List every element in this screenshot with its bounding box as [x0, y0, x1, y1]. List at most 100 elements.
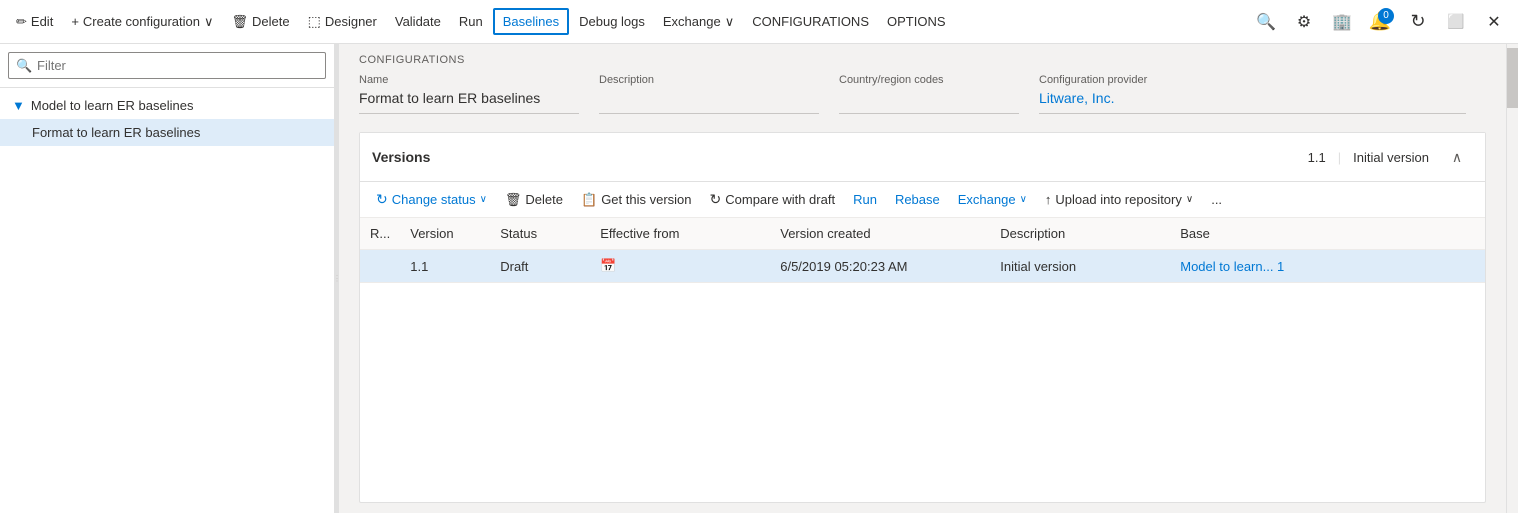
delete-button[interactable]: 🗑 Delete: [224, 10, 298, 34]
versions-delete-button[interactable]: 🗑 Delete: [497, 187, 571, 213]
cell-effective-from: 📅: [590, 250, 770, 283]
upload-label: Upload into repository: [1055, 192, 1181, 207]
refresh-button[interactable]: ↻: [1402, 6, 1434, 38]
config-fields: Name Format to learn ER baselines Descri…: [359, 74, 1486, 122]
name-value: Format to learn ER baselines: [359, 90, 579, 114]
close-icon: ✕: [1487, 12, 1500, 32]
content-area: CONFIGURATIONS Name Format to learn ER b…: [339, 44, 1506, 513]
restore-button[interactable]: ⬜: [1440, 6, 1472, 38]
col-version-created[interactable]: Version created: [770, 218, 990, 250]
tree-parent-item[interactable]: ▼ Model to learn ER baselines: [0, 92, 334, 119]
versions-meta: 1.1 | Initial version ∧: [1308, 141, 1473, 173]
close-button[interactable]: ✕: [1478, 6, 1510, 38]
get-this-version-button[interactable]: 📋 Get this version: [573, 187, 700, 213]
table-header-row: R... Version Status Effective from Versi…: [360, 218, 1485, 250]
create-config-button[interactable]: + Create configuration ∨: [63, 10, 221, 34]
change-status-button[interactable]: ↻ Change status ∨: [368, 186, 495, 213]
designer-icon: ⬚: [308, 13, 321, 30]
baselines-label: Baselines: [503, 14, 559, 29]
create-label: Create configuration: [83, 14, 200, 29]
edit-label: Edit: [31, 14, 53, 29]
delete-icon: 🗑: [232, 14, 249, 30]
provider-label: Configuration provider: [1039, 74, 1466, 86]
settings-button[interactable]: ⚙: [1288, 6, 1320, 38]
cell-description: Initial version: [990, 250, 1170, 283]
configurations-button[interactable]: CONFIGURATIONS: [744, 10, 877, 33]
cell-r: [360, 250, 400, 283]
run-label: Run: [459, 14, 483, 29]
search-icon: 🔍: [1256, 12, 1276, 32]
provider-value[interactable]: Litware, Inc.: [1039, 90, 1466, 114]
validate-button[interactable]: Validate: [387, 10, 449, 33]
options-button[interactable]: OPTIONS: [879, 10, 954, 33]
compare-icon: ↻: [710, 191, 722, 208]
calendar-icon[interactable]: 📅: [600, 258, 616, 273]
rebase-button[interactable]: Rebase: [887, 187, 948, 212]
tree-child-item[interactable]: Format to learn ER baselines: [0, 119, 334, 146]
tree-child-label: Format to learn ER baselines: [32, 125, 200, 140]
cell-base: Model to learn... 1: [1170, 250, 1485, 283]
versions-table: R... Version Status Effective from Versi…: [360, 218, 1485, 283]
version-name-text: Initial version: [1353, 150, 1429, 165]
office-icon: 🏢: [1332, 12, 1352, 32]
scroll-thumb[interactable]: [1507, 48, 1518, 108]
col-effective-from[interactable]: Effective from: [590, 218, 770, 250]
rebase-label: Rebase: [895, 192, 940, 207]
country-label: Country/region codes: [839, 74, 1019, 86]
col-base[interactable]: Base: [1170, 218, 1485, 250]
versions-exchange-label: Exchange: [958, 192, 1016, 207]
edit-button[interactable]: ✏ Edit: [8, 10, 61, 34]
change-status-icon: ↻: [376, 191, 388, 208]
cell-version-created: 6/5/2019 05:20:23 AM: [770, 250, 990, 283]
exchange-button[interactable]: Exchange ∨: [655, 10, 742, 34]
restore-icon: ⬜: [1447, 13, 1464, 30]
debug-logs-button[interactable]: Debug logs: [571, 10, 653, 33]
get-version-label: Get this version: [601, 192, 691, 207]
filter-input[interactable]: [8, 52, 326, 79]
upload-repo-button[interactable]: ↑ Upload into repository ∨: [1037, 187, 1201, 212]
upload-chevron-icon: ∨: [1186, 194, 1193, 205]
tree-parent-label: Model to learn ER baselines: [31, 98, 194, 113]
config-header: CONFIGURATIONS Name Format to learn ER b…: [339, 44, 1506, 122]
delete-label: Delete: [252, 14, 290, 29]
top-toolbar: ✏ Edit + Create configuration ∨ 🗑 Delete…: [0, 0, 1518, 44]
chevron-down-icon: ∨: [204, 14, 214, 30]
col-description[interactable]: Description: [990, 218, 1170, 250]
filter-wrap: 🔍: [8, 52, 326, 79]
notifications-wrapper[interactable]: 🔔 0: [1364, 6, 1396, 38]
col-version[interactable]: Version: [400, 218, 490, 250]
versions-toolbar: ↻ Change status ∨ 🗑 Delete 📋 Get this ve…: [360, 182, 1485, 218]
versions-header: Versions 1.1 | Initial version ∧: [360, 133, 1485, 182]
toolbar-right: 🔍 ⚙ 🏢 🔔 0 ↻ ⬜ ✕: [1250, 6, 1510, 38]
designer-label: Designer: [325, 14, 377, 29]
config-name-field: Name Format to learn ER baselines: [359, 74, 579, 122]
run-button[interactable]: Run: [451, 10, 491, 33]
right-scrollbar[interactable]: [1506, 44, 1518, 513]
exchange-label: Exchange: [663, 14, 721, 29]
col-r: R...: [360, 218, 400, 250]
office-button[interactable]: 🏢: [1326, 6, 1358, 38]
debug-logs-label: Debug logs: [579, 14, 645, 29]
validate-label: Validate: [395, 14, 441, 29]
compare-label: Compare with draft: [725, 192, 835, 207]
sidebar-filter-area: 🔍: [0, 44, 334, 88]
designer-button[interactable]: ⬚ Designer: [300, 9, 385, 34]
exchange-chevron-icon: ∨: [725, 14, 735, 30]
col-status[interactable]: Status: [490, 218, 590, 250]
config-description-field: Description: [599, 74, 819, 122]
version-number: 1.1: [1308, 150, 1326, 165]
sidebar-tree: ▼ Model to learn ER baselines Format to …: [0, 88, 334, 150]
settings-icon: ⚙: [1297, 12, 1311, 32]
version-meta-separator: |: [1338, 150, 1341, 165]
filter-icon: 🔍: [16, 58, 32, 74]
versions-exchange-button[interactable]: Exchange ∨: [950, 187, 1035, 212]
description-label: Description: [599, 74, 819, 86]
compare-with-draft-button[interactable]: ↻ Compare with draft: [702, 186, 844, 213]
versions-collapse-button[interactable]: ∧: [1441, 141, 1473, 173]
config-country-field: Country/region codes: [839, 74, 1019, 122]
baselines-button[interactable]: Baselines: [493, 8, 569, 35]
more-options-button[interactable]: ...: [1203, 187, 1230, 212]
table-row[interactable]: 1.1 Draft 📅 6/5/2019 05:20:23 AM Initial…: [360, 250, 1485, 283]
search-button[interactable]: 🔍: [1250, 6, 1282, 38]
versions-run-button[interactable]: Run: [845, 187, 885, 212]
